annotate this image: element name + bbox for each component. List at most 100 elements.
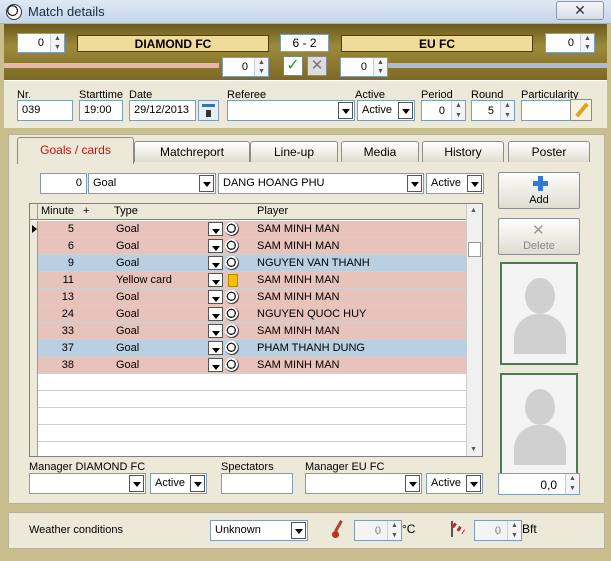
table-row[interactable] [30, 374, 468, 391]
home-left-stepper[interactable]: 0 ▲ ▼ [17, 33, 65, 53]
table-row[interactable] [30, 391, 468, 408]
active-select[interactable]: Active [357, 100, 415, 121]
events-grid: Minute + Type Player 5 Goal SAM MINH MAN 6 G… [29, 203, 483, 457]
table-row[interactable]: 9 Goal NGUYEN VAN THANH [30, 255, 468, 272]
row-selector[interactable] [30, 442, 38, 456]
wind-stepper[interactable]: 0 ▲ ▼ [474, 520, 522, 541]
spectators-field[interactable] [221, 473, 293, 494]
table-row[interactable] [30, 425, 468, 442]
chevron-down-icon[interactable] [208, 307, 223, 321]
spectators-label: Spectators [221, 461, 274, 473]
table-row[interactable]: 38 Goal SAM MINH MAN [30, 357, 468, 374]
temperature-stepper[interactable]: 0 ▲ ▼ [354, 520, 402, 541]
starttime-field[interactable]: 19:00 [79, 100, 123, 121]
manager-away-status-select[interactable]: Active [426, 473, 483, 494]
row-selector[interactable] [30, 238, 38, 255]
cell-player: SAM MINH MAN [257, 359, 340, 371]
row-selector[interactable] [30, 374, 38, 391]
row-selector[interactable] [30, 425, 38, 442]
weather-select[interactable]: Unknown [210, 520, 308, 541]
cell-type: Goal [116, 359, 140, 371]
row-selector[interactable] [30, 272, 38, 289]
rating-stepper[interactable]: 0,0 ▲ ▼ [498, 473, 580, 495]
status-select[interactable]: Active [426, 173, 484, 194]
minute-input[interactable]: 0 [40, 173, 87, 194]
row-selector[interactable] [30, 306, 38, 323]
manager-away-select[interactable] [305, 473, 422, 494]
current-row-arrow-icon [32, 225, 37, 233]
close-button[interactable]: ✕ [556, 1, 604, 20]
table-row[interactable]: 13 Goal SAM MINH MAN [30, 289, 468, 306]
chevron-down-icon[interactable] [208, 324, 223, 338]
table-row[interactable]: 5 Goal SAM MINH MAN [30, 221, 468, 238]
col-plus[interactable]: + [83, 205, 89, 217]
table-row[interactable] [30, 408, 468, 425]
col-player[interactable]: Player [257, 205, 288, 217]
tab-poster[interactable]: Poster [508, 141, 590, 162]
chevron-down-icon[interactable] [208, 358, 223, 372]
tab-media[interactable]: Media [341, 141, 419, 162]
player-select[interactable]: DANG HOANG PHU [218, 173, 424, 194]
manager-home-select[interactable] [29, 473, 146, 494]
grid-header: Minute + Type Player [30, 204, 468, 220]
tab-matchreport[interactable]: Matchreport [134, 141, 250, 162]
pencil-icon[interactable] [570, 99, 592, 121]
delete-button[interactable]: ✕ Delete [498, 218, 580, 255]
chevron-down-icon[interactable] [208, 239, 223, 253]
col-type[interactable]: Type [114, 205, 138, 217]
cell-type: Goal [116, 223, 140, 235]
date-field[interactable]: 29/12/2013 [129, 100, 196, 121]
table-row[interactable] [30, 442, 468, 456]
chevron-down-icon[interactable] [208, 290, 223, 304]
referee-select[interactable] [227, 100, 355, 121]
row-selector[interactable] [30, 255, 38, 272]
row-selector[interactable] [30, 357, 38, 374]
scroll-up-icon[interactable]: ▲ [470, 207, 477, 214]
nr-field[interactable]: 039 [17, 100, 73, 121]
manager-away-label: Manager EU FC [305, 461, 385, 473]
chevron-down-icon[interactable] [208, 273, 223, 287]
tab-line-up[interactable]: Line-up [250, 141, 338, 162]
confirm-check-icon[interactable]: ✓ [283, 56, 303, 76]
period-stepper[interactable]: 0 ▲ ▼ [421, 100, 466, 121]
row-selector[interactable] [30, 391, 38, 408]
home-mid-stepper[interactable]: 0 ▲ ▼ [222, 57, 269, 77]
scroll-down-icon[interactable]: ▼ [470, 446, 477, 453]
soccer-ball-icon [6, 4, 22, 20]
scroll-thumb[interactable] [468, 242, 481, 257]
cell-minute: 24 [61, 308, 74, 320]
table-row[interactable]: 37 Goal PHAM THANH DUNG [30, 340, 468, 357]
chevron-down-icon [338, 102, 353, 119]
away-right-stepper[interactable]: 0 ▲ ▼ [545, 33, 595, 53]
col-minute[interactable]: Minute [41, 205, 74, 217]
row-selector[interactable] [30, 289, 38, 306]
away-mid-stepper[interactable]: 0 ▲ ▼ [340, 57, 388, 77]
type-select[interactable]: Goal [88, 173, 216, 194]
row-selector[interactable] [30, 340, 38, 357]
tab-history[interactable]: History [422, 141, 504, 162]
table-row[interactable]: 11 Yellow card SAM MINH MAN [30, 272, 468, 289]
cell-player: SAM MINH MAN [257, 274, 340, 286]
add-button[interactable]: Add [498, 172, 580, 209]
title-bar: Match details ✕ [0, 0, 611, 24]
cancel-x-icon[interactable]: ✕ [307, 56, 327, 76]
cell-minute: 9 [67, 257, 74, 269]
round-stepper[interactable]: 5 ▲ ▼ [471, 100, 515, 121]
row-selector[interactable] [30, 408, 38, 425]
row-selector[interactable] [30, 221, 38, 238]
chevron-down-icon[interactable] [208, 341, 223, 355]
particularity-field[interactable] [521, 100, 571, 121]
table-row[interactable]: 24 Goal NGUYEN QUOC HUY [30, 306, 468, 323]
delete-x-icon: ✕ [532, 222, 545, 239]
table-row[interactable]: 6 Goal SAM MINH MAN [30, 238, 468, 255]
chevron-down-icon[interactable] [208, 256, 223, 270]
chevron-down-icon[interactable] [208, 222, 223, 236]
table-row[interactable]: 33 Goal SAM MINH MAN [30, 323, 468, 340]
calendar-icon[interactable] [198, 100, 219, 121]
manager-home-status-select[interactable]: Active [150, 473, 207, 494]
tab-goals-cards[interactable]: Goals / cards [17, 137, 134, 164]
row-selector[interactable] [30, 323, 38, 340]
soccer-ball-icon [225, 239, 239, 253]
soccer-ball-icon [225, 290, 239, 304]
grid-scrollbar[interactable]: ▲ ▼ [466, 204, 482, 456]
